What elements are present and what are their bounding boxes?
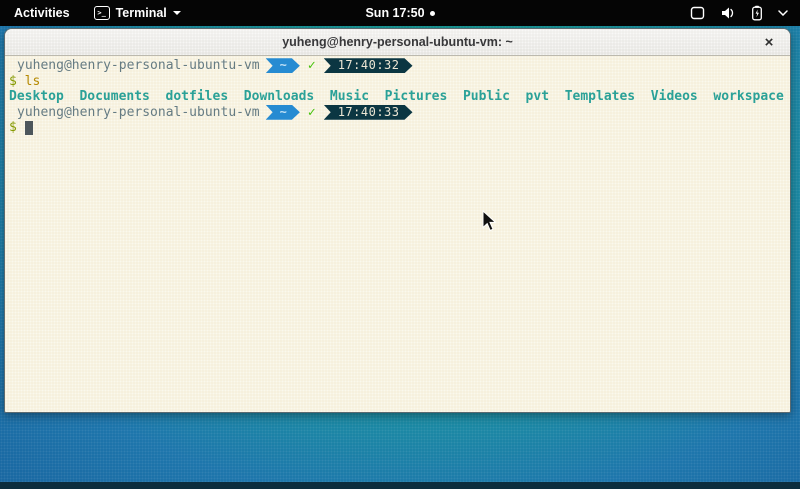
display-icon [690,6,705,20]
prompt-time-segment: 17:40:32 [324,58,413,73]
system-status-area[interactable] [678,0,800,26]
terminal-cursor [25,121,33,135]
activities-button[interactable]: Activities [0,0,84,26]
desktop-bottom-strip [0,482,800,489]
volume-icon [720,6,736,20]
clock-label: Sun 17:50 [365,6,424,20]
activities-label: Activities [14,6,70,20]
app-menu-label: Terminal [116,6,167,20]
prompt-symbol: $ [9,74,17,90]
gnome-top-bar: Activities >_ Terminal Sun 17:50 [0,0,800,26]
ls-output: Desktop Documents dotfiles Downloads Mus… [9,89,786,105]
terminal-icon: >_ [94,6,110,20]
window-titlebar[interactable]: yuheng@henry-personal-ubuntu-vm: ~ × [5,29,790,56]
chevron-down-icon [778,10,788,16]
input-line[interactable]: $ [9,120,786,136]
command-text [17,74,25,90]
notification-dot [430,11,435,16]
prompt-cwd-segment: ~ [266,105,300,120]
app-menu-terminal[interactable]: >_ Terminal [84,0,191,26]
window-title: yuheng@henry-personal-ubuntu-vm: ~ [5,35,790,49]
check-icon: ✓ [308,105,316,121]
clock-button[interactable]: Sun 17:50 [365,6,434,20]
prompt-cwd-segment: ~ [266,58,300,73]
close-button[interactable]: × [756,29,782,56]
terminal-content[interactable]: yuheng@henry-personal-ubuntu-vm ~ ✓ 17:4… [5,56,790,412]
caret-down-icon [173,11,181,15]
terminal-window: yuheng@henry-personal-ubuntu-vm: ~ × yuh… [4,28,791,413]
prompt-line-2: yuheng@henry-personal-ubuntu-vm ~ ✓ 17:4… [9,105,786,121]
prompt-symbol: $ [9,120,17,136]
prompt-time-segment: 17:40:33 [324,105,413,120]
battery-charging-icon [751,5,763,21]
prompt-user-host: yuheng@henry-personal-ubuntu-vm [17,58,260,74]
prompt-user-host: yuheng@henry-personal-ubuntu-vm [17,105,260,121]
prompt-line-1: yuheng@henry-personal-ubuntu-vm ~ ✓ 17:4… [9,58,786,74]
check-icon: ✓ [308,58,316,74]
command-value: ls [25,74,41,90]
command-line: $ ls [9,74,786,90]
